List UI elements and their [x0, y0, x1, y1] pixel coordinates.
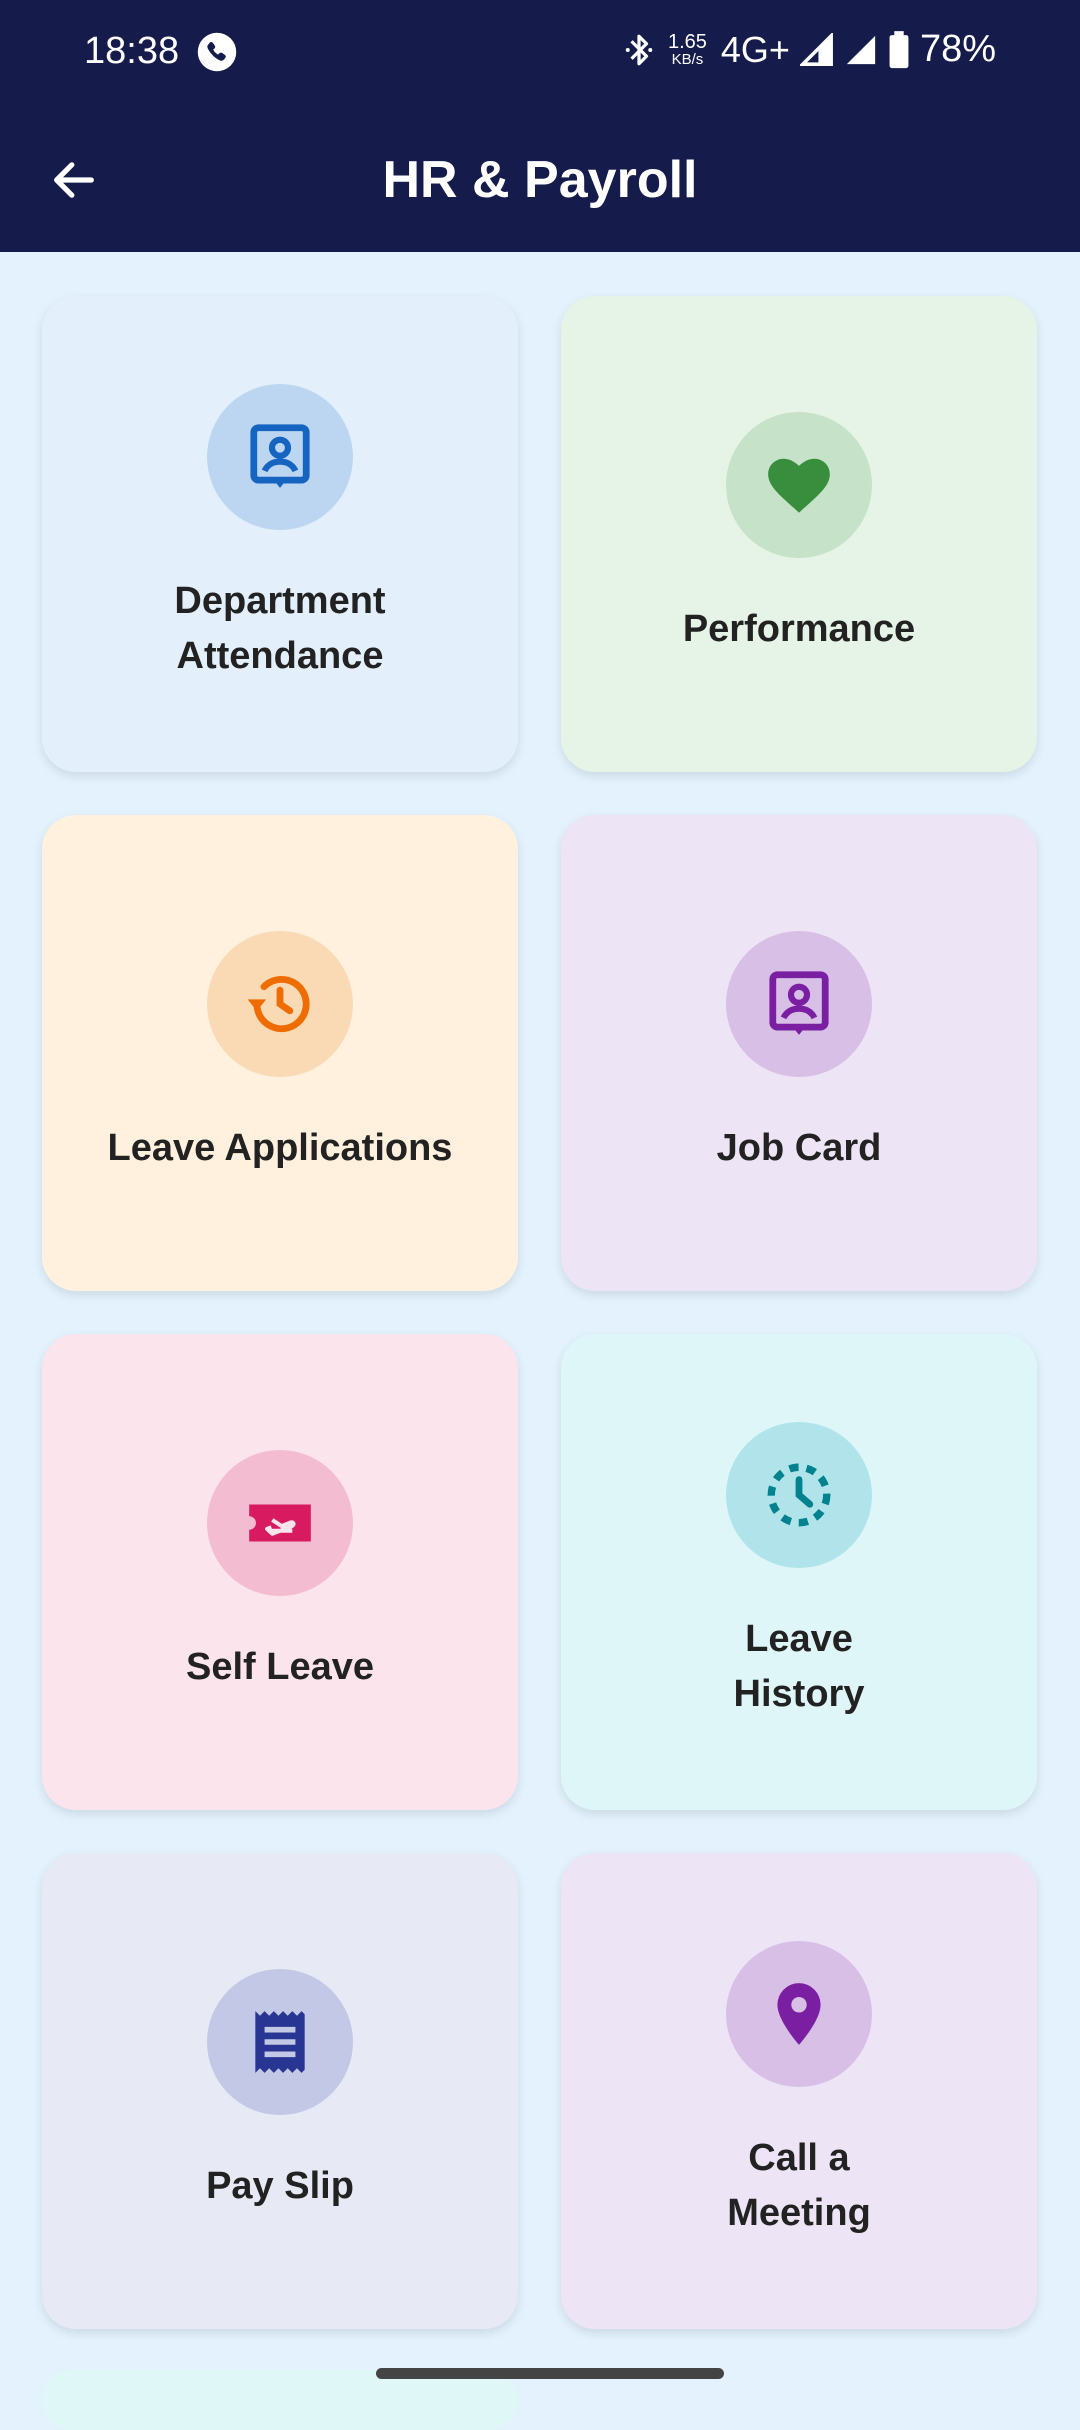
icon-circle — [726, 411, 872, 558]
card-leave-applications[interactable]: Leave Applications — [42, 815, 518, 1291]
card-label: Job Card — [716, 1126, 882, 1169]
card-job-card[interactable]: Job Card — [561, 815, 1037, 1291]
status-bar: 18:38 1.65 KB/s 4G+ 78% — [0, 0, 1080, 105]
signal-icon — [799, 32, 833, 66]
speed-unit: KB/s — [671, 51, 704, 68]
card-label: Call a Meeting — [727, 2137, 871, 2234]
card-department-attendance[interactable]: Department Attendance — [42, 296, 518, 772]
icon-circle — [726, 1941, 872, 2087]
icon-circle — [207, 1449, 353, 1596]
icon-circle — [207, 384, 353, 530]
icon-circle — [207, 1968, 353, 2115]
card-label: Self Leave — [186, 1645, 374, 1688]
history-icon — [247, 975, 310, 1032]
icon-circle — [726, 930, 872, 1077]
network-type: 4G+ — [720, 28, 790, 70]
timelapse-clock-icon — [767, 1463, 831, 1527]
card-call-a-meeting[interactable]: Call a Meeting — [561, 1853, 1037, 2329]
card-self-leave[interactable]: Self Leave — [42, 1334, 518, 1810]
card-pay-slip[interactable]: Pay Slip — [42, 1853, 518, 2329]
bluetooth-icon — [625, 34, 653, 65]
icon-circle — [726, 1422, 872, 1568]
card-performance[interactable]: Performance — [561, 296, 1037, 772]
network-speed: 1.65 KB/s — [668, 32, 707, 67]
speed-value: 1.65 — [667, 31, 707, 53]
location-pin-icon — [777, 1983, 821, 2045]
card-label: Performance — [682, 607, 916, 650]
contact-page-icon — [250, 424, 310, 488]
icon-circle — [207, 930, 353, 1077]
card-partial-next[interactable] — [42, 2370, 518, 2430]
card-label: Leave Applications — [107, 1126, 453, 1169]
card-label: Department Attendance — [174, 580, 386, 677]
contact-page-icon — [769, 970, 829, 1035]
call-icon — [197, 32, 237, 72]
airplane-ticket-icon — [249, 1504, 311, 1541]
status-right: 1.65 KB/s 4G+ 78% — [624, 28, 996, 71]
card-label: Leave History — [733, 1618, 865, 1715]
page-title: HR & Payroll — [382, 151, 698, 209]
status-time: 18:38 — [84, 30, 180, 72]
battery-icon — [889, 30, 909, 68]
heart-icon — [768, 458, 830, 513]
signal-icon — [846, 35, 876, 64]
card-label: Pay Slip — [206, 2164, 354, 2207]
card-leave-history[interactable]: Leave History — [561, 1334, 1037, 1810]
top-bar: 18:38 1.65 KB/s 4G+ 78% HR & Payroll — [0, 0, 1080, 252]
receipt-icon — [255, 2010, 305, 2073]
battery-percent: 78% — [919, 28, 996, 70]
home-indicator[interactable] — [376, 2368, 724, 2379]
